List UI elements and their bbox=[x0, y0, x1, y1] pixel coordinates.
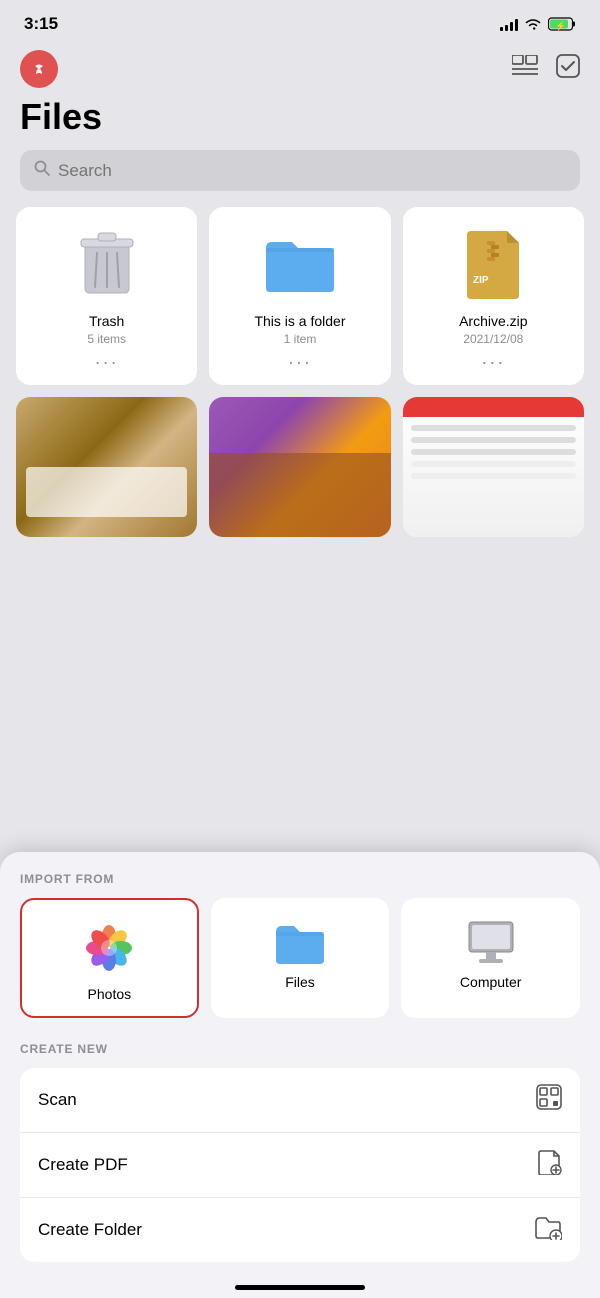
file-card-trash[interactable]: Trash 5 items ··· bbox=[16, 207, 197, 385]
create-pdf-button[interactable]: Create PDF bbox=[20, 1133, 580, 1198]
wifi-icon bbox=[524, 17, 542, 31]
page-title: Files bbox=[20, 96, 580, 138]
photo-grid bbox=[0, 397, 600, 537]
file-card-archive[interactable]: ZIP Archive.zip 2021/12/08 ··· bbox=[403, 207, 584, 385]
file-meta: 1 item bbox=[284, 332, 317, 346]
file-name: This is a folder bbox=[254, 313, 345, 329]
select-button[interactable] bbox=[556, 54, 580, 84]
computer-icon bbox=[465, 920, 517, 964]
computer-label: Computer bbox=[460, 974, 521, 990]
bottom-sheet: IMPORT FROM Photos bbox=[0, 852, 600, 1298]
status-time: 3:15 bbox=[24, 14, 58, 34]
file-more-button[interactable]: ··· bbox=[288, 352, 312, 373]
import-section-label: IMPORT FROM bbox=[20, 872, 580, 886]
search-icon bbox=[34, 160, 50, 181]
import-files-button[interactable]: Files bbox=[211, 898, 390, 1018]
photos-icon bbox=[81, 920, 137, 976]
search-bar[interactable] bbox=[20, 150, 580, 191]
folder-icon bbox=[260, 223, 340, 303]
battery-icon: ⚡ bbox=[548, 17, 576, 31]
file-meta: 2021/12/08 bbox=[463, 332, 523, 346]
scan-button[interactable]: Scan bbox=[20, 1068, 580, 1133]
import-photos-button[interactable]: Photos bbox=[20, 898, 199, 1018]
create-folder-label: Create Folder bbox=[38, 1220, 142, 1240]
svg-text:ZIP: ZIP bbox=[473, 275, 489, 286]
create-pdf-label: Create PDF bbox=[38, 1155, 128, 1175]
header-actions bbox=[512, 54, 580, 84]
file-card-folder[interactable]: This is a folder 1 item ··· bbox=[209, 207, 390, 385]
files-folder-icon bbox=[274, 920, 326, 964]
app-logo bbox=[20, 50, 58, 88]
scan-icon bbox=[536, 1084, 562, 1116]
status-icons: ⚡ bbox=[500, 17, 576, 31]
file-grid: Trash 5 items ··· This is a folder 1 ite… bbox=[0, 207, 600, 385]
file-name: Trash bbox=[89, 313, 124, 329]
create-section-label: CREATE NEW bbox=[20, 1042, 580, 1056]
photo-card-screenshot[interactable] bbox=[403, 397, 584, 537]
page-title-section: Files bbox=[0, 92, 600, 150]
create-folder-button[interactable]: Create Folder bbox=[20, 1198, 580, 1262]
create-new-list: Scan Create PDF bbox=[20, 1068, 580, 1262]
create-folder-icon bbox=[534, 1214, 562, 1246]
import-grid: Photos Files Computer bbox=[20, 898, 580, 1018]
scan-label: Scan bbox=[38, 1090, 77, 1110]
file-name: Archive.zip bbox=[459, 313, 527, 329]
files-label: Files bbox=[285, 974, 315, 990]
file-more-button[interactable]: ··· bbox=[481, 352, 505, 373]
svg-text:⚡: ⚡ bbox=[555, 20, 566, 31]
status-bar: 3:15 ⚡ bbox=[0, 0, 600, 42]
create-pdf-icon bbox=[538, 1149, 562, 1181]
photo-card-receipt[interactable] bbox=[16, 397, 197, 537]
file-more-button[interactable]: ··· bbox=[95, 352, 119, 373]
import-computer-button[interactable]: Computer bbox=[401, 898, 580, 1018]
header-toolbar bbox=[0, 42, 600, 92]
zip-icon: ZIP bbox=[453, 223, 533, 303]
signal-icon bbox=[500, 17, 518, 31]
photo-card-people[interactable] bbox=[209, 397, 390, 537]
view-toggle-button[interactable] bbox=[512, 55, 538, 83]
trash-icon bbox=[67, 223, 147, 303]
logo-icon bbox=[28, 58, 50, 80]
photos-label: Photos bbox=[88, 986, 132, 1002]
file-meta: 5 items bbox=[87, 332, 126, 346]
search-input[interactable] bbox=[58, 161, 566, 181]
home-indicator bbox=[235, 1285, 365, 1290]
